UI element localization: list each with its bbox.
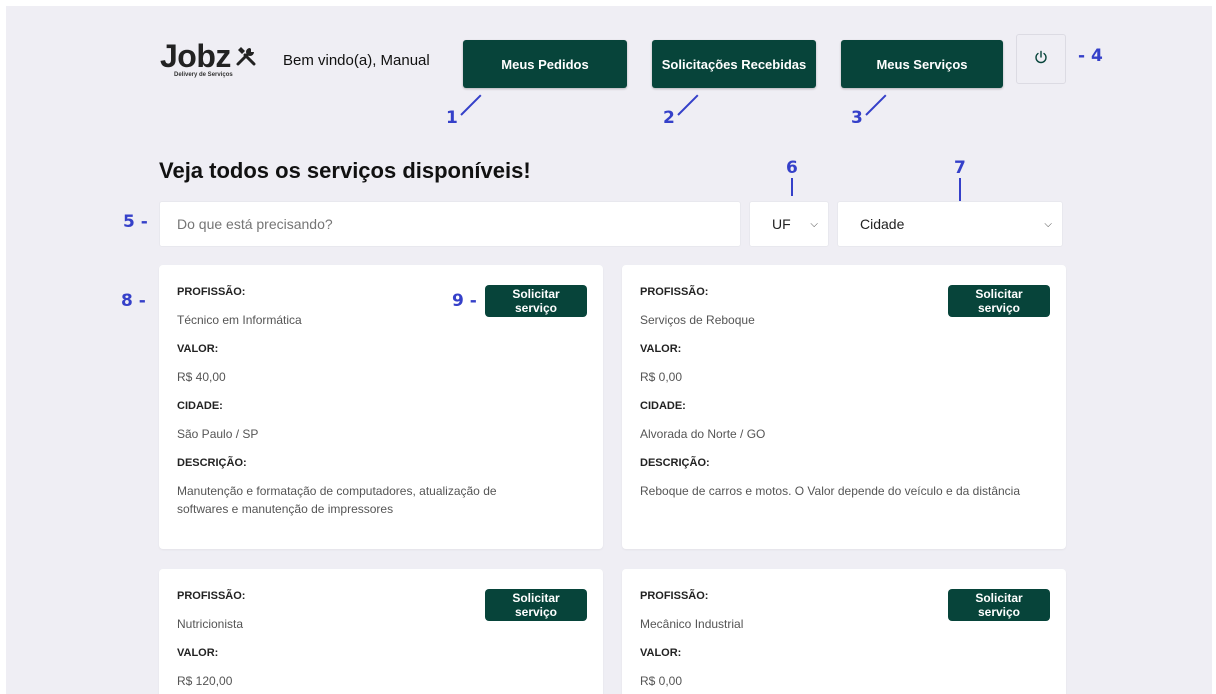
- logo: Jobz Delivery de Serviços: [160, 40, 257, 78]
- value-value: R$ 120,00: [177, 674, 233, 688]
- city-label: CIDADE:: [177, 400, 223, 412]
- solicitacoes-recebidas-button[interactable]: Solicitações Recebidas: [652, 40, 816, 88]
- tools-icon: [235, 40, 257, 72]
- annotation-4: - 4: [1078, 46, 1103, 66]
- profession-label: PROFISSÃO:: [640, 590, 709, 602]
- value-label: VALOR:: [640, 647, 682, 659]
- profession-label: PROFISSÃO:: [177, 590, 246, 602]
- uf-select-value: UF: [772, 216, 791, 232]
- description-value: Manutenção e formatação de computadores,…: [177, 484, 497, 516]
- logo-subtitle: Delivery de Serviços: [174, 72, 233, 78]
- welcome-text: Bem vindo(a), Manual: [283, 52, 430, 69]
- city-value: São Paulo / SP: [177, 427, 259, 441]
- service-card: PROFISSÃO: Mecânico Industrial VALOR: R$…: [622, 569, 1066, 694]
- page-title: Veja todos os serviços disponíveis!: [159, 158, 531, 183]
- logo-text: Jobz: [160, 38, 231, 74]
- annotation-line-2: [677, 94, 699, 116]
- description-label: DESCRIÇÃO:: [640, 457, 710, 469]
- annotation-line-1: [460, 94, 482, 116]
- description-value: Reboque de carros e motos. O Valor depen…: [640, 484, 1021, 498]
- service-card: PROFISSÃO: Nutricionista VALOR: R$ 120,0…: [159, 569, 603, 694]
- annotation-6: 6: [786, 158, 798, 178]
- annotation-1: 1: [446, 108, 458, 128]
- meus-pedidos-button[interactable]: Meus Pedidos: [463, 40, 627, 88]
- city-select[interactable]: Cidade ⌵: [837, 201, 1063, 247]
- power-icon: [1034, 50, 1048, 69]
- value-label: VALOR:: [177, 647, 219, 659]
- logout-button[interactable]: [1016, 34, 1066, 84]
- value-label: VALOR:: [177, 343, 219, 355]
- value-label: VALOR:: [640, 343, 682, 355]
- meus-servicos-button[interactable]: Meus Serviços: [841, 40, 1003, 88]
- request-service-button[interactable]: Solicitar serviço: [948, 589, 1050, 621]
- annotation-9: 9 -: [452, 291, 477, 311]
- annotation-5: 5 -: [123, 212, 148, 232]
- annotation-line-6: [791, 178, 793, 196]
- value-value: R$ 0,00: [640, 370, 683, 384]
- profession-label: PROFISSÃO:: [640, 286, 709, 298]
- search-input[interactable]: [159, 201, 741, 247]
- value-value: R$ 0,00: [640, 674, 683, 688]
- annotation-2: 2: [663, 108, 675, 128]
- city-select-value: Cidade: [860, 216, 905, 232]
- city-value: Alvorada do Norte / GO: [640, 427, 766, 441]
- annotation-3: 3: [851, 108, 863, 128]
- service-card: PROFISSÃO: Serviços de Reboque VALOR: R$…: [622, 265, 1066, 549]
- annotation-7: 7: [954, 158, 966, 178]
- profession-label: PROFISSÃO:: [177, 286, 246, 298]
- city-label: CIDADE:: [640, 400, 686, 412]
- value-value: R$ 40,00: [177, 370, 226, 384]
- chevron-down-icon: ⌵: [1044, 218, 1052, 230]
- request-service-button[interactable]: Solicitar serviço: [485, 285, 587, 317]
- chevron-down-icon: ⌵: [810, 218, 818, 230]
- annotation-line-3: [865, 94, 887, 116]
- service-card: PROFISSÃO: Técnico em Informática VALOR:…: [159, 265, 603, 549]
- request-service-button[interactable]: Solicitar serviço: [485, 589, 587, 621]
- uf-select[interactable]: UF ⌵: [749, 201, 829, 247]
- app-window: Jobz Delivery de Serviços Bem vindo(a), …: [6, 6, 1212, 694]
- request-service-button[interactable]: Solicitar serviço: [948, 285, 1050, 317]
- annotation-8: 8 -: [121, 291, 146, 311]
- description-label: DESCRIÇÃO:: [177, 457, 247, 469]
